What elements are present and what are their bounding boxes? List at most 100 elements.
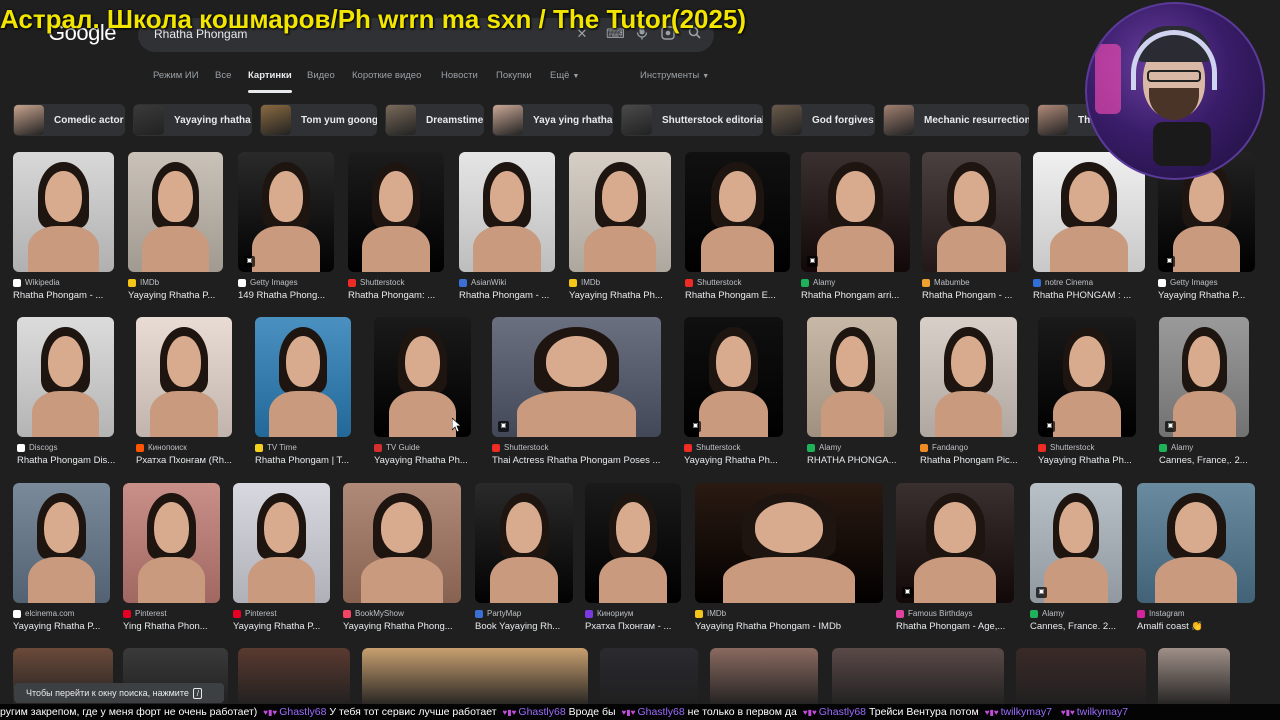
image-result[interactable] — [710, 648, 818, 708]
image-result[interactable] — [1016, 648, 1146, 708]
image-result[interactable]: ▣ Shutterstock Thai Actress Rhatha Phongam… — [492, 317, 661, 473]
result-thumbnail[interactable] — [343, 483, 461, 603]
result-source[interactable]: IMDb — [128, 278, 159, 287]
result-title[interactable]: Yayaying Rhatha Ph... — [684, 455, 796, 466]
image-result[interactable]: ▣ Shutterstock Yayaying Rhatha Ph... — [684, 317, 796, 473]
image-result[interactable]: IMDb Yayaying Rhatha P... — [128, 152, 240, 308]
result-thumbnail[interactable]: ▣ — [1038, 317, 1136, 437]
result-thumbnail[interactable]: ▣ — [492, 317, 661, 437]
result-title[interactable]: Rhatha Phongam - Age,... — [896, 621, 1014, 632]
result-source[interactable]: Pinterest — [123, 609, 167, 618]
result-title[interactable]: Cannes, France,. 2... — [1159, 455, 1271, 466]
result-title[interactable]: Rhatha Phongam - ... — [922, 290, 1034, 301]
result-source[interactable]: IMDb — [695, 609, 726, 618]
result-thumbnail[interactable]: ▣ — [238, 152, 334, 272]
image-result[interactable]: ▣ Famous Birthdays Rhatha Phongam - Age,..… — [896, 483, 1014, 639]
result-source[interactable]: Getty Images — [1158, 278, 1218, 287]
result-title[interactable]: Yayaying Rhatha P... — [13, 621, 125, 632]
result-title[interactable]: Yayaying Rhatha P... — [233, 621, 345, 632]
image-result[interactable]: ▣ Alamy Cannes, France,. 2... — [1159, 317, 1271, 473]
similar-images-icon[interactable]: ▣ — [902, 587, 913, 598]
result-source[interactable]: Shutterstock — [492, 443, 548, 452]
tab-short-videos[interactable]: Короткие видео — [352, 70, 421, 81]
image-result[interactable]: TV Guide Yayaying Rhatha Ph... — [374, 317, 486, 473]
related-chip[interactable]: Yayaying rhatha — [133, 104, 252, 136]
similar-images-icon[interactable]: ▣ — [690, 421, 701, 432]
image-result[interactable]: Pinterest Yayaying Rhatha P... — [233, 483, 345, 639]
result-title[interactable]: Yayaying Rhatha Phong... — [343, 621, 461, 632]
related-chip[interactable]: Comedic actor — [13, 104, 125, 136]
result-thumbnail[interactable] — [1137, 483, 1255, 603]
image-result[interactable]: TV Time Rhatha Phongam | T... — [255, 317, 367, 473]
result-title[interactable]: Yayaying Rhatha Ph... — [1038, 455, 1150, 466]
result-title[interactable]: Yayaying Rhatha Ph... — [569, 290, 681, 301]
similar-images-icon[interactable]: ▣ — [1164, 256, 1175, 267]
result-source[interactable]: Mabumbe — [922, 278, 970, 287]
result-thumbnail[interactable]: ▣ — [801, 152, 910, 272]
similar-images-icon[interactable]: ▣ — [1036, 587, 1047, 598]
result-source[interactable]: BookMyShow — [343, 609, 404, 618]
result-source[interactable]: AsianWiki — [459, 278, 506, 287]
image-result[interactable]: Fandango Rhatha Phongam Pic... — [920, 317, 1032, 473]
result-source[interactable]: Famous Birthdays — [896, 609, 972, 618]
related-chip[interactable]: Shutterstock editorial — [621, 104, 763, 136]
result-thumbnail[interactable] — [685, 152, 790, 272]
result-source[interactable]: Instagram — [1137, 609, 1185, 618]
result-source[interactable]: Fandango — [920, 443, 968, 452]
image-result[interactable]: Wikipedia Rhatha Phongam - ... — [13, 152, 125, 308]
result-source[interactable]: TV Guide — [374, 443, 420, 452]
similar-images-icon[interactable]: ▣ — [1044, 421, 1055, 432]
tab-tools[interactable]: Инструменты ▼ — [640, 70, 709, 81]
result-thumbnail[interactable]: ▣ — [896, 483, 1014, 603]
result-title[interactable]: Rhatha Phongam arri... — [801, 290, 913, 301]
image-result[interactable] — [600, 648, 698, 708]
image-result[interactable]: Shutterstock Rhatha Phongam E... — [685, 152, 797, 308]
image-result[interactable]: elcinema.com Yayaying Rhatha P... — [13, 483, 125, 639]
result-source[interactable]: Alamy — [1030, 609, 1064, 618]
result-title[interactable]: Yayaying Rhatha P... — [128, 290, 240, 301]
image-result[interactable]: Pinterest Ying Rhatha Phon... — [123, 483, 235, 639]
result-thumbnail[interactable] — [569, 152, 671, 272]
result-source[interactable]: PartyMap — [475, 609, 521, 618]
result-source[interactable]: Alamy — [1159, 443, 1193, 452]
image-result[interactable]: IMDb Yayaying Rhatha Ph... — [569, 152, 681, 308]
result-thumbnail[interactable] — [13, 483, 110, 603]
image-result[interactable]: AsianWiki Rhatha Phongam - ... — [459, 152, 571, 308]
image-result[interactable]: Shutterstock Rhatha Phongam: ... — [348, 152, 460, 308]
result-source[interactable]: IMDb — [569, 278, 600, 287]
result-thumbnail[interactable] — [17, 317, 114, 437]
result-thumbnail[interactable] — [136, 317, 232, 437]
result-thumbnail[interactable] — [920, 317, 1017, 437]
result-title[interactable]: Thai Actress Rhatha Phongam Poses ... — [492, 455, 661, 466]
similar-images-icon[interactable]: ▣ — [498, 421, 509, 432]
image-result[interactable]: notre Cinema Rhatha PHONGAM : ... — [1033, 152, 1145, 308]
tab-shopping[interactable]: Покупки — [496, 70, 532, 81]
result-title[interactable]: Rhatha PHONGAM : ... — [1033, 290, 1145, 301]
similar-images-icon[interactable]: ▣ — [1165, 421, 1176, 432]
result-title[interactable]: Book Yayaying Rh... — [475, 621, 587, 632]
result-source[interactable]: Wikipedia — [13, 278, 60, 287]
result-title[interactable]: Rhatha Phongam Dis... — [17, 455, 129, 466]
image-result[interactable]: Mabumbe Rhatha Phongam - ... — [922, 152, 1034, 308]
result-source[interactable]: Shutterstock — [348, 278, 404, 287]
result-thumbnail[interactable] — [1033, 152, 1145, 272]
related-chip[interactable]: Yaya ying rhatha — [492, 104, 613, 136]
image-result[interactable]: Instagram Amalfi coast 👏 — [1137, 483, 1255, 639]
result-title[interactable]: Рхатха Пхонгам - ... — [585, 621, 697, 632]
result-thumbnail[interactable] — [807, 317, 897, 437]
image-result[interactable]: Кинопоиск Рхатха Пхонгам (Rh... — [136, 317, 248, 473]
result-title[interactable]: Rhatha Phongam Pic... — [920, 455, 1032, 466]
result-source[interactable]: Alamy — [801, 278, 835, 287]
result-source[interactable]: elcinema.com — [13, 609, 74, 618]
related-chip[interactable]: Tom yum goong — [260, 104, 377, 136]
similar-images-icon[interactable]: ▣ — [244, 256, 255, 267]
related-chip[interactable]: God forgives — [771, 104, 875, 136]
tab-more[interactable]: Ещё ▼ — [550, 70, 579, 81]
result-thumbnail[interactable] — [255, 317, 351, 437]
image-result[interactable]: Кинориум Рхатха Пхонгам - ... — [585, 483, 697, 639]
result-thumbnail[interactable] — [475, 483, 573, 603]
tab-all[interactable]: Все — [215, 70, 231, 81]
image-result[interactable] — [362, 648, 588, 708]
result-source[interactable]: Кинориум — [585, 609, 633, 618]
tab-news[interactable]: Новости — [441, 70, 478, 81]
